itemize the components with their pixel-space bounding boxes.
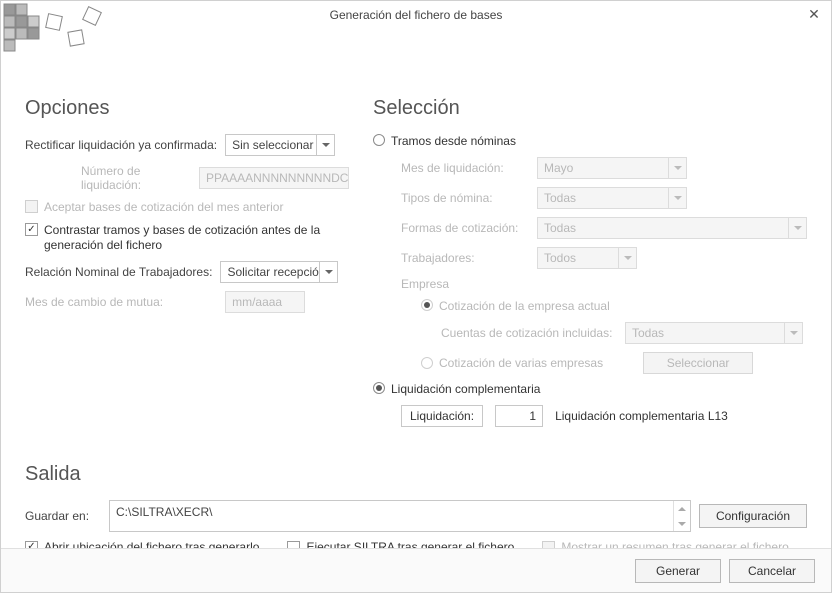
chevron-down-icon	[668, 158, 686, 178]
dialog-title-text: Generación del fichero de bases	[330, 8, 503, 22]
scroll-arrows[interactable]	[673, 501, 690, 531]
tipos-select: Todas	[537, 187, 687, 209]
numero-liquidacion-label: Número de liquidación:	[81, 164, 191, 192]
formas-label: Formas de cotización:	[401, 221, 529, 235]
cot-actual-radio	[421, 299, 433, 311]
generar-button[interactable]: Generar	[635, 559, 721, 583]
liquidacion-button[interactable]: Liquidación:	[401, 405, 483, 427]
tipos-label: Tipos de nómina:	[401, 191, 529, 205]
close-icon[interactable]: ✕	[805, 5, 823, 23]
chevron-down-icon	[668, 188, 686, 208]
section-seleccion: Selección	[373, 97, 807, 120]
cot-varias-label: Cotización de varias empresas	[439, 356, 603, 370]
chevron-down-icon	[316, 135, 334, 155]
dialog-title: Generación del fichero de bases ✕	[1, 1, 831, 29]
guardar-label: Guardar en:	[25, 509, 101, 523]
chevron-down-icon	[788, 218, 806, 238]
chevron-down-icon	[618, 248, 636, 268]
cot-actual-label: Cotización de la empresa actual	[439, 299, 610, 314]
aceptar-bases-label: Aceptar bases de cotización del mes ante…	[44, 200, 283, 215]
mes-mutua-input: mm/aaaa	[225, 291, 305, 313]
trabajadores-label: Trabajadores:	[401, 251, 529, 265]
guardar-path-input[interactable]: C:\SILTRA\XECR\	[109, 500, 691, 532]
numero-liquidacion-input: PPAAAANNNNNNNNNDC	[199, 167, 349, 189]
scroll-down-icon[interactable]	[674, 516, 690, 531]
contrastar-label: Contrastar tramos y bases de cotización …	[44, 223, 349, 253]
cuentas-label: Cuentas de cotización incluidas:	[441, 326, 617, 340]
contrastar-checkbox[interactable]	[25, 223, 38, 236]
empresa-label: Empresa	[401, 277, 449, 291]
mes-mutua-label: Mes de cambio de mutua:	[25, 295, 163, 309]
scroll-up-icon[interactable]	[674, 501, 690, 516]
mes-liq-select: Mayo	[537, 157, 687, 179]
chevron-down-icon	[784, 323, 802, 343]
aceptar-bases-checkbox	[25, 200, 38, 213]
tramos-radio[interactable]	[373, 134, 385, 146]
liq-comp-label: Liquidación complementaria	[391, 382, 540, 397]
rectificar-select[interactable]: Sin seleccionar	[225, 134, 335, 156]
tramos-label: Tramos desde nóminas	[391, 134, 516, 149]
rnt-label: Relación Nominal de Trabajadores:	[25, 265, 212, 279]
seleccionar-button: Seleccionar	[643, 352, 753, 374]
liquidacion-desc: Liquidación complementaria L13	[555, 409, 728, 423]
liquidacion-number[interactable]: 1	[495, 405, 543, 427]
cancelar-button[interactable]: Cancelar	[729, 559, 815, 583]
configuracion-button[interactable]: Configuración	[699, 504, 807, 528]
formas-select: Todas	[537, 217, 807, 239]
trabajadores-select: Todos	[537, 247, 637, 269]
cot-varias-radio	[421, 357, 433, 369]
rectificar-label: Rectificar liquidación ya confirmada:	[25, 138, 217, 152]
chevron-down-icon	[319, 262, 337, 282]
cuentas-select: Todas	[625, 322, 803, 344]
rnt-select[interactable]: Solicitar recepció	[220, 261, 338, 283]
section-salida: Salida	[25, 463, 807, 486]
section-opciones: Opciones	[25, 97, 349, 120]
mes-liq-label: Mes de liquidación:	[401, 161, 529, 175]
liq-comp-radio[interactable]	[373, 382, 385, 394]
